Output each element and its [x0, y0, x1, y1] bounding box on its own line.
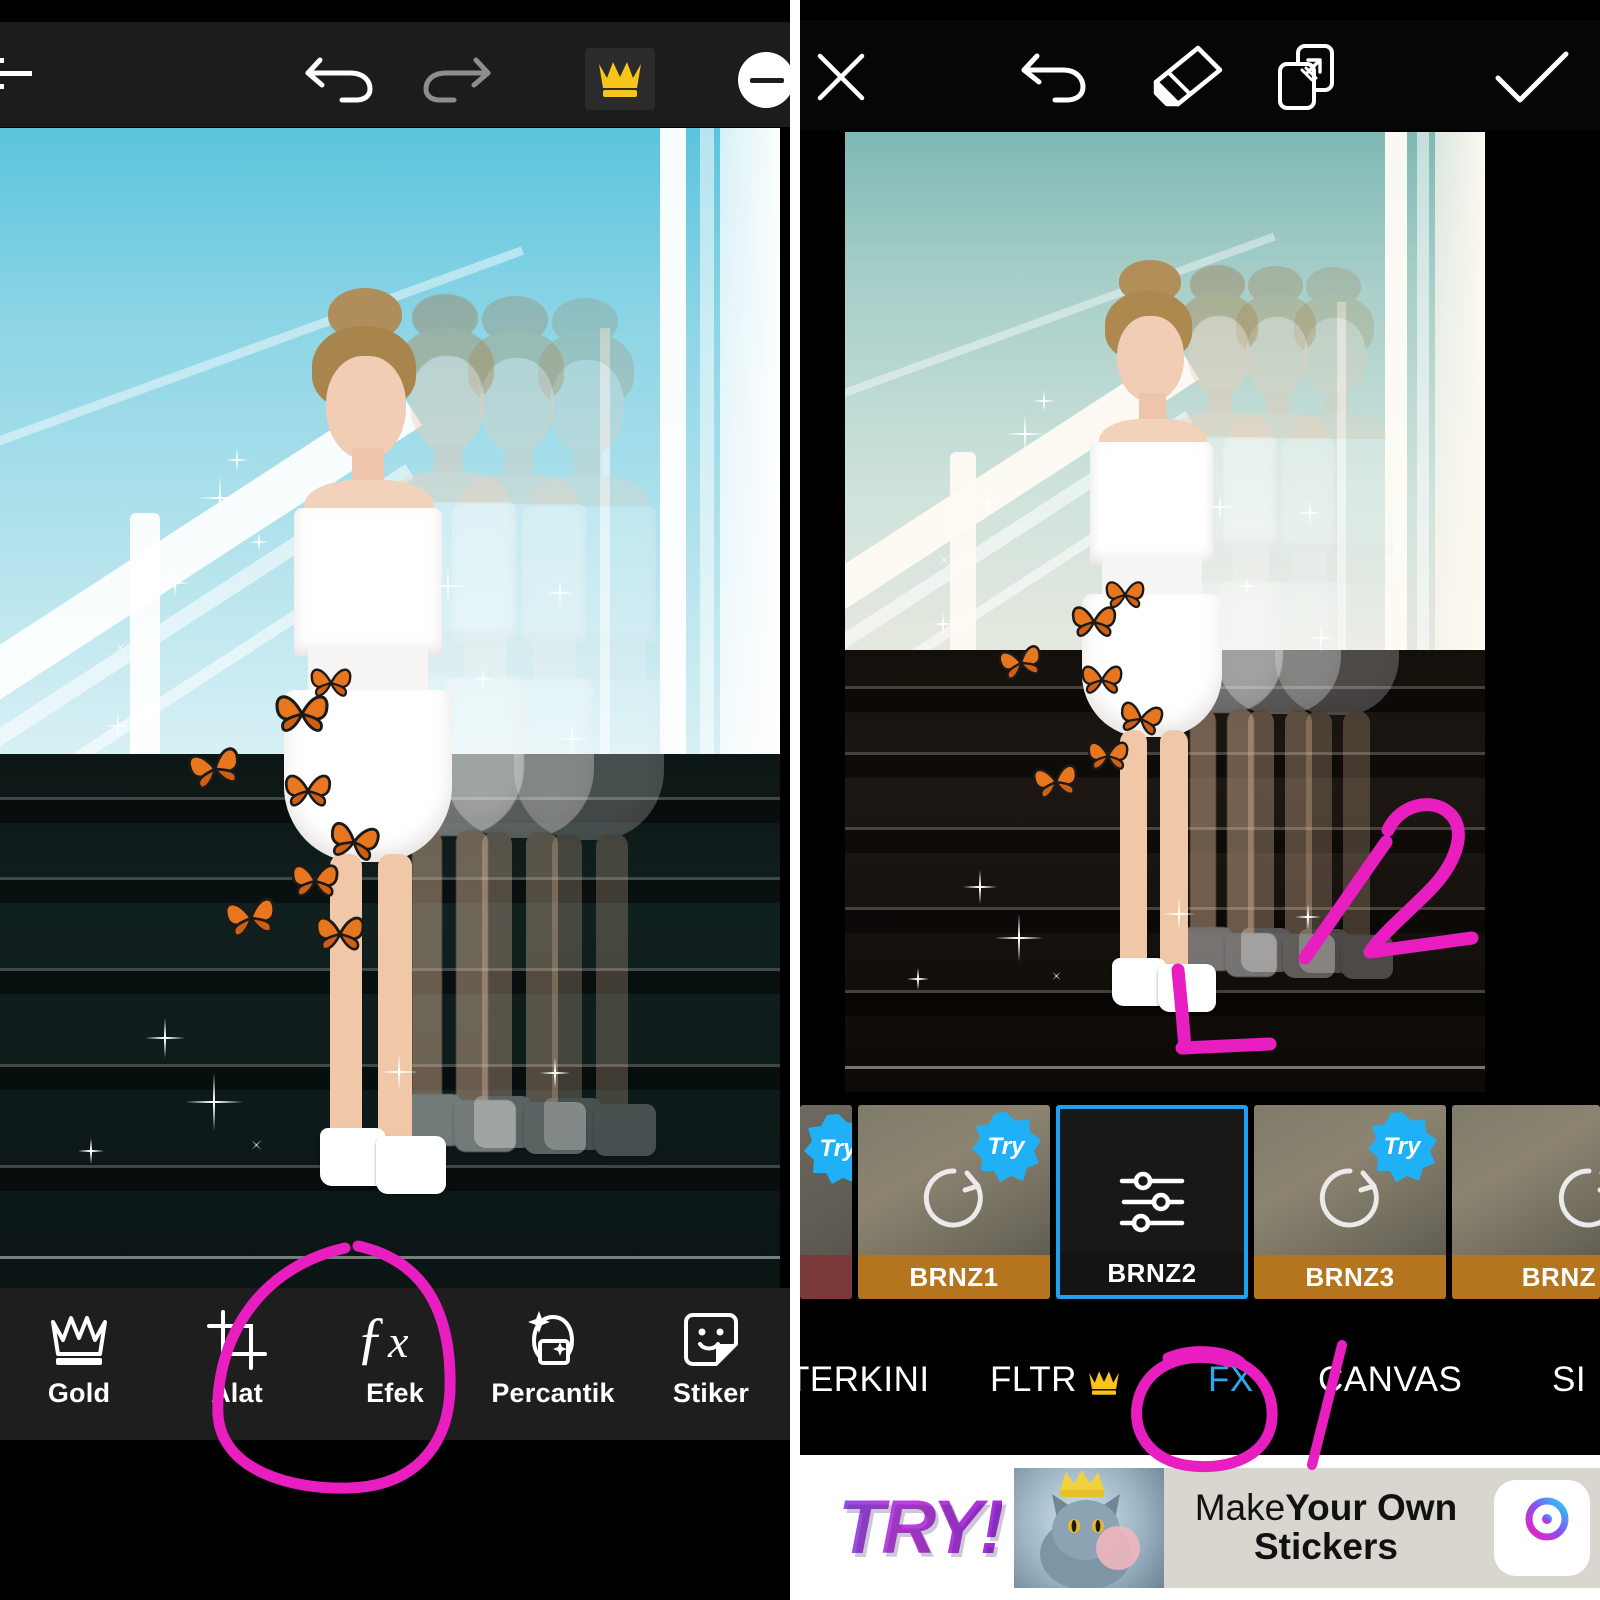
circle-minus-icon[interactable]: [738, 52, 790, 108]
sticker-icon: [680, 1302, 742, 1378]
pillar: [1417, 132, 1429, 732]
close-icon[interactable]: [810, 46, 872, 108]
left-bottom-toolbar: Gold Alat ƒ x Efek Percantik Stiker: [0, 1288, 790, 1440]
right-tab-bar[interactable]: TERKINI FLTR FX CANVAS SI: [800, 1310, 1600, 1450]
tab-label: TERKINI: [800, 1360, 930, 1399]
tool-alat[interactable]: Alat: [158, 1302, 316, 1409]
redo-icon[interactable]: [418, 46, 504, 108]
ad-body[interactable]: MakeYour Own Stickers: [1013, 1467, 1600, 1588]
ad-headline-bold: Your Own: [1285, 1486, 1458, 1528]
tab-fx[interactable]: FX: [1208, 1360, 1254, 1400]
ad-headline-2: Stickers: [1253, 1525, 1398, 1567]
filter-thumb[interactable]: BRNZ: [1452, 1105, 1600, 1299]
butterfly-sticker: [312, 910, 368, 963]
right-topbar: [800, 20, 1600, 130]
tab-fltr[interactable]: FLTR: [990, 1360, 1121, 1400]
butterfly-sticker: [282, 768, 334, 819]
butterfly-sticker: [997, 642, 1045, 689]
filter-thumb[interactable]: Try BRNZ1: [858, 1105, 1050, 1299]
tool-label: Stiker: [672, 1378, 750, 1408]
filter-label: BRNZ1: [858, 1255, 1050, 1299]
tool-label: Efek: [366, 1378, 424, 1408]
butterfly-sticker: [186, 743, 244, 800]
undo-icon[interactable]: [300, 46, 386, 108]
filter-label: BRNZ: [1452, 1255, 1600, 1299]
tool-label: Gold: [47, 1378, 111, 1408]
butterfly-sticker: [1085, 736, 1131, 781]
butterfly-sticker: [272, 688, 332, 745]
filter-label: BRNZ2: [1060, 1251, 1244, 1295]
premium-crown-button[interactable]: [585, 48, 655, 110]
tool-stiker[interactable]: Stiker: [632, 1302, 790, 1409]
cat-image: [1013, 1467, 1164, 1588]
ad-try-text: TRY!: [800, 1484, 1005, 1571]
filter-thumb[interactable]: Try BRNZ3: [1254, 1105, 1446, 1299]
left-photo-canvas[interactable]: [0, 128, 780, 1288]
left-editor-panel: Gold Alat ƒ x Efek Percantik Stiker: [0, 0, 790, 1600]
layers-icon[interactable]: [1272, 42, 1346, 112]
filter-thumb-selected[interactable]: BRNZ2: [1056, 1105, 1248, 1299]
left-bottom-filler: [0, 1440, 790, 1600]
beautify-face-icon: [520, 1302, 586, 1378]
tool-gold[interactable]: Gold: [0, 1302, 158, 1409]
filter-label: BRNZ3: [1254, 1255, 1446, 1299]
try-badge[interactable]: Try: [802, 1113, 852, 1185]
tab-label: CANVAS: [1318, 1360, 1463, 1399]
tab-label: FX: [1208, 1360, 1254, 1399]
screenshot-root: Gold Alat ƒ x Efek Percantik Stiker Tr T…: [0, 0, 1600, 1600]
svg-text:x: x: [387, 1316, 409, 1367]
tool-percantik[interactable]: Percantik: [474, 1302, 632, 1409]
apply-check-icon[interactable]: [1490, 48, 1574, 110]
sliders-icon: [1060, 1163, 1244, 1241]
ad-headline: MakeYour Own Stickers: [1164, 1486, 1494, 1567]
tool-efek[interactable]: ƒ x Efek: [316, 1302, 474, 1409]
filter-thumbnail-strip[interactable]: Try Try BRNZ1: [800, 1105, 1600, 1305]
butterfly-sticker: [288, 858, 342, 909]
butterfly-sticker: [222, 893, 280, 948]
picsart-logo-icon: [1494, 1479, 1590, 1576]
undo-icon[interactable]: [1015, 44, 1095, 108]
try-badge-text: Try: [1383, 1133, 1421, 1160]
refresh-icon: [1452, 1159, 1600, 1237]
tab-canvas[interactable]: CANVAS: [1318, 1360, 1462, 1400]
tab-label: FLTR: [990, 1360, 1077, 1399]
hamburger-icon[interactable]: [0, 50, 46, 98]
crown-icon: [596, 56, 644, 103]
crown-icon: [48, 1302, 110, 1378]
ad-banner[interactable]: TRY! MakeYour Own Stickers: [800, 1455, 1600, 1600]
fx-icon: ƒ x: [352, 1302, 438, 1378]
tool-label: Alat: [211, 1378, 263, 1408]
filter-label: [800, 1255, 852, 1299]
right-photo-canvas[interactable]: [845, 132, 1485, 1092]
butterfly-sticker: [1031, 760, 1081, 809]
tab-si[interactable]: SI: [1552, 1360, 1586, 1400]
right-editor-panel: Try Try BRNZ1: [800, 0, 1600, 1600]
crown-icon: [1087, 1360, 1121, 1400]
tool-label: Percantik: [491, 1378, 615, 1408]
svg-text:ƒ: ƒ: [356, 1307, 385, 1370]
eraser-icon[interactable]: [1148, 42, 1228, 110]
ad-headline-light: Make: [1194, 1486, 1286, 1528]
pillar: [660, 128, 686, 768]
filter-thumb[interactable]: Try: [800, 1105, 852, 1299]
try-badge-text: Try: [987, 1133, 1025, 1160]
tab-terkini[interactable]: TERKINI: [800, 1360, 930, 1400]
crop-icon: [207, 1302, 267, 1378]
try-badge[interactable]: Try: [1366, 1111, 1438, 1183]
tab-label: SI: [1552, 1360, 1587, 1399]
left-topbar: [0, 22, 790, 127]
butterfly-sticker: [1069, 600, 1119, 649]
pillar: [700, 128, 714, 828]
try-badge-text: Try: [819, 1135, 852, 1162]
try-badge[interactable]: Try: [970, 1111, 1042, 1183]
